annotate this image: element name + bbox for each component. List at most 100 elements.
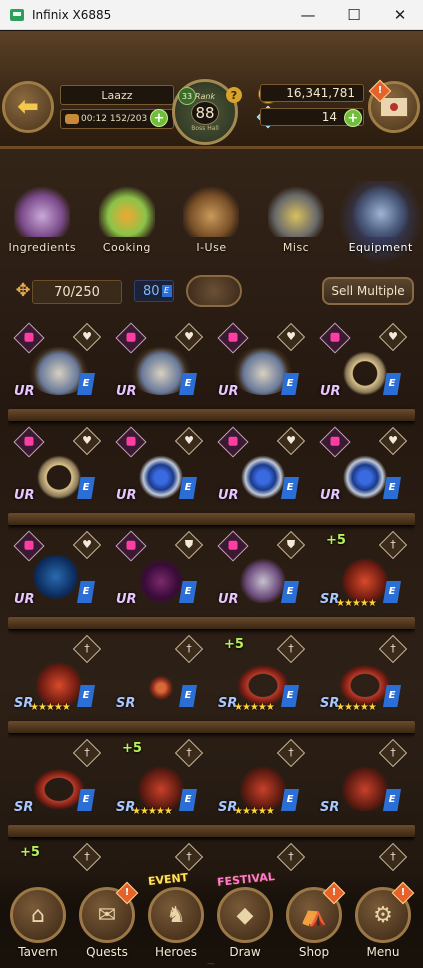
inventory-grid: ♥ UR E ♥ UR E ♥ UR E ♥ UR E ♥ UR E ♥ UR E ♥ UR E ♥ UR E ♥ UR E ⛊ UR E… — [8, 319, 415, 879]
nav-shop[interactable]: ⛺! Shop — [280, 873, 348, 968]
enhance-level: +5 — [224, 637, 244, 652]
category-tabs: Ingredients Cooking I-Use Misc Equipment — [0, 181, 423, 265]
inventory-slot[interactable]: ♥ UR E — [110, 423, 211, 519]
cooking-icon — [98, 185, 155, 237]
lock-icon[interactable] — [115, 322, 147, 354]
inventory-slot[interactable]: +5 † SR E ★★★★★ — [314, 527, 415, 623]
sword-icon[interactable]: † — [276, 738, 306, 768]
lock-icon[interactable] — [217, 530, 249, 562]
inventory-slot[interactable]: +5 † SR E ★★★★★ — [110, 735, 211, 831]
inventory-slot[interactable]: † SR E — [314, 735, 415, 831]
sword-icon[interactable]: † — [72, 634, 102, 664]
heart-icon[interactable]: ♥ — [378, 322, 408, 352]
inventory-slot[interactable]: ⛊ UR E — [212, 527, 313, 623]
tab-misc[interactable]: Misc — [254, 181, 339, 265]
rarity-badge: UR — [116, 592, 137, 607]
rarity-badge: SR — [14, 800, 34, 815]
inventory-slot[interactable]: ♥ UR E — [314, 423, 415, 519]
sword-icon[interactable]: † — [72, 738, 102, 768]
player-name: Laazz — [60, 85, 174, 105]
tavern-icon: ⌂ — [10, 887, 66, 943]
back-button[interactable]: ⬅ — [2, 81, 54, 133]
lock-icon[interactable] — [115, 530, 147, 562]
add-stamina-button[interactable]: + — [150, 109, 168, 127]
inventory-slot[interactable]: † SR E — [8, 735, 109, 831]
heart-icon[interactable]: ♥ — [276, 322, 306, 352]
sword-icon[interactable]: † — [174, 634, 204, 664]
window-controls: — ☐ ✕ — [285, 0, 423, 30]
tab-ingredients[interactable]: Ingredients — [0, 181, 85, 265]
inventory-slot[interactable]: † SR E ★★★★★ — [8, 631, 109, 727]
nav-menu[interactable]: ⚙! Menu — [349, 873, 417, 968]
heart-icon[interactable]: ♥ — [378, 426, 408, 456]
rarity-badge: SR — [116, 696, 136, 711]
inventory-toolbar: ✥ 70/250 80 E Sell Multiple — [0, 275, 423, 307]
sword-icon[interactable]: † — [174, 842, 204, 872]
inventory-slot[interactable]: † SR E — [110, 631, 211, 727]
watermark-text: ~ — [206, 957, 217, 968]
star-rating: ★★★★★ — [234, 702, 275, 713]
inventory-slot[interactable]: ⛊ UR E — [110, 527, 211, 623]
game-header: ⬅ Laazz 00:12 152/203 + Rank 88 Boss Hal… — [0, 31, 423, 149]
inventory-slot[interactable]: +5 † SR E ★★★★★ — [212, 631, 313, 727]
back-arrow-icon: ⬅ — [17, 92, 39, 122]
lock-icon[interactable] — [217, 426, 249, 458]
lock-icon[interactable] — [319, 322, 351, 354]
star-rating: ★★★★★ — [336, 598, 377, 609]
inventory-slot[interactable]: ♥ UR E — [314, 319, 415, 415]
heart-icon[interactable]: ♥ — [174, 426, 204, 456]
inventory-slot[interactable]: † SR E ★★★★★ — [212, 735, 313, 831]
lock-icon[interactable] — [217, 322, 249, 354]
close-button[interactable]: ✕ — [377, 0, 423, 30]
heart-icon[interactable]: ♥ — [72, 322, 102, 352]
sword-icon[interactable]: † — [276, 634, 306, 664]
inventory-row: ♥ UR E ♥ UR E ♥ UR E ♥ UR E — [8, 423, 415, 527]
enhance-level: +5 — [122, 741, 142, 756]
inventory-slot[interactable]: ♥ UR E — [8, 319, 109, 415]
game-screen: ⬅ Laazz 00:12 152/203 + Rank 88 Boss Hal… — [0, 31, 423, 968]
inventory-slot[interactable]: † SR E ★★★★★ — [314, 631, 415, 727]
sword-icon[interactable]: † — [378, 530, 408, 560]
rarity-badge: SR — [320, 800, 340, 815]
rank-help-icon[interactable]: ? — [226, 87, 242, 103]
window-titlebar: Infinix X6885 — ☐ ✕ — [0, 0, 423, 30]
lock-icon[interactable] — [13, 530, 45, 562]
sword-icon[interactable]: † — [72, 842, 102, 872]
sword-icon[interactable]: † — [378, 842, 408, 872]
inventory-slot[interactable]: ♥ UR E — [212, 423, 313, 519]
nav-quests[interactable]: ✉! Quests — [73, 873, 141, 968]
sword-icon[interactable]: † — [276, 842, 306, 872]
rarity-badge: UR — [116, 488, 137, 503]
star-rating: ★★★★★ — [336, 702, 377, 713]
star-rating: ★★★★★ — [234, 806, 275, 817]
sword-icon[interactable]: † — [378, 634, 408, 664]
inventory-slot[interactable]: ♥ UR E — [8, 527, 109, 623]
sword-icon[interactable]: † — [378, 738, 408, 768]
heart-icon[interactable]: ♥ — [174, 322, 204, 352]
sort-button[interactable] — [186, 275, 242, 307]
sword-icon[interactable]: † — [174, 738, 204, 768]
nav-draw[interactable]: FESTIVAL ◆ Draw — [211, 870, 279, 968]
nav-heroes[interactable]: EVENT ♞ Heroes — [142, 871, 210, 968]
inventory-slot[interactable]: ♥ UR E — [212, 319, 313, 415]
heart-icon[interactable]: ♥ — [72, 426, 102, 456]
inventory-slot[interactable]: ♥ UR E — [110, 319, 211, 415]
lock-icon[interactable] — [13, 322, 45, 354]
lock-icon[interactable] — [13, 426, 45, 458]
heart-icon[interactable]: ♥ — [276, 426, 306, 456]
lock-icon[interactable] — [319, 426, 351, 458]
move-icon[interactable]: ✥ — [12, 280, 34, 302]
nav-tavern[interactable]: ⌂ Tavern — [4, 873, 72, 968]
heart-icon[interactable]: ♥ — [72, 530, 102, 560]
tab-cooking[interactable]: Cooking — [85, 181, 170, 265]
lock-icon[interactable] — [115, 426, 147, 458]
minimize-button[interactable]: — — [285, 0, 331, 30]
maximize-button[interactable]: ☐ — [331, 0, 377, 30]
tab-item-use[interactable]: I-Use — [169, 181, 254, 265]
inventory-slot[interactable]: ♥ UR E — [8, 423, 109, 519]
sell-multiple-button[interactable]: Sell Multiple — [322, 277, 414, 305]
tab-equipment[interactable]: Equipment — [338, 181, 423, 265]
shield-icon[interactable]: ⛊ — [276, 530, 306, 560]
shield-icon[interactable]: ⛊ — [174, 530, 204, 560]
add-gems-button[interactable]: + — [344, 109, 362, 127]
